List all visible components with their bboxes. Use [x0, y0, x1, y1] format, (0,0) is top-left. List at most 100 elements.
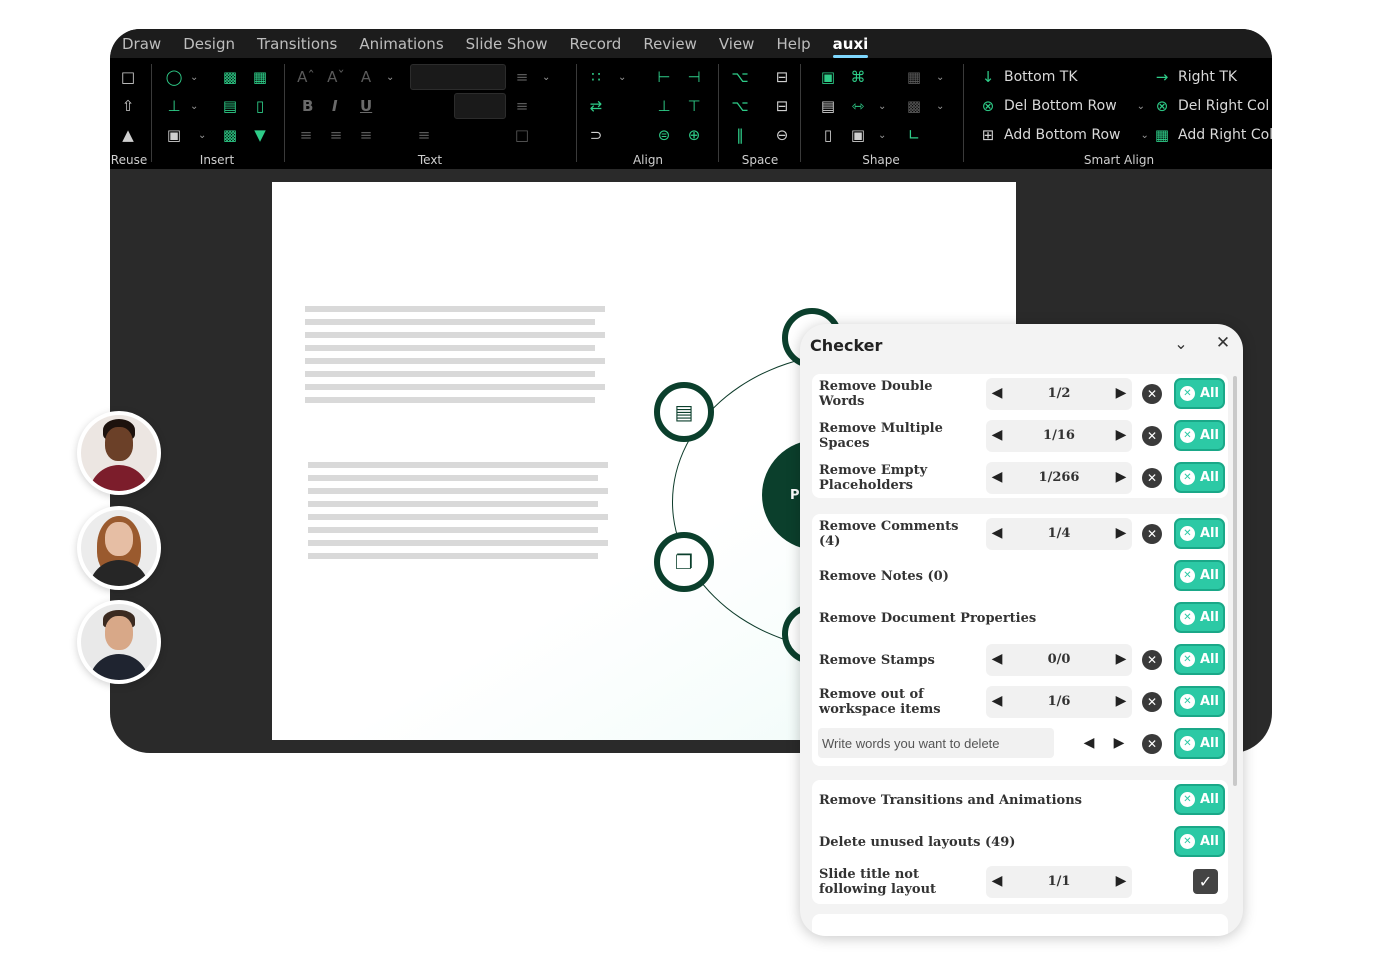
- tab-view[interactable]: View: [719, 35, 755, 53]
- align-right-icon[interactable]: ≡: [356, 126, 376, 144]
- table-icon[interactable]: ▦: [250, 68, 270, 86]
- chevron-down-icon[interactable]: ⌄: [878, 101, 886, 112]
- tab-record[interactable]: Record: [570, 35, 622, 53]
- tag-icon[interactable]: ▯: [250, 97, 270, 115]
- bullets-icon[interactable]: ≡: [512, 68, 532, 86]
- next-arrow-icon[interactable]: ▶: [1114, 693, 1128, 709]
- space-vertical-icon[interactable]: ⊟: [772, 68, 792, 86]
- font-grow-icon[interactable]: Aˆ: [296, 68, 316, 86]
- tab-auxi[interactable]: auxi: [832, 35, 868, 58]
- underline-button[interactable]: U: [360, 97, 372, 115]
- upload-icon[interactable]: ⇧: [118, 97, 138, 115]
- chevron-down-icon[interactable]: ⌄: [386, 72, 394, 83]
- chevron-down-icon[interactable]: ⌄: [198, 130, 206, 141]
- fix-one-button[interactable]: ✕: [1142, 524, 1162, 544]
- text-box-icon[interactable]: □: [512, 126, 532, 144]
- prev-arrow-icon[interactable]: ◀: [990, 525, 1004, 541]
- stack-icon[interactable]: ▤: [818, 97, 838, 115]
- space-horizontal-icon[interactable]: ⌥: [730, 68, 750, 86]
- fix-all-button[interactable]: ✕ All: [1174, 826, 1225, 857]
- space-flat-icon[interactable]: ⊖: [772, 126, 792, 144]
- chevron-down-icon[interactable]: ⌄: [190, 72, 198, 83]
- align-left-icon[interactable]: ⊢: [654, 68, 674, 86]
- next-arrow-icon[interactable]: ▶: [1114, 873, 1128, 889]
- distribute-icon[interactable]: ∷: [586, 68, 606, 86]
- next-arrow-icon[interactable]: ▶: [1112, 735, 1126, 751]
- align-left-icon[interactable]: ≡: [296, 126, 316, 144]
- next-arrow-icon[interactable]: ▶: [1114, 427, 1128, 443]
- fix-all-button[interactable]: ✕ All: [1174, 420, 1225, 451]
- font-color-icon[interactable]: A: [356, 68, 376, 86]
- font-name-combo[interactable]: [410, 64, 506, 90]
- del-bottom-row-button[interactable]: ⊗ Del Bottom Row ⌄: [978, 97, 1145, 115]
- fix-all-button[interactable]: ✕ All: [1174, 462, 1225, 493]
- chevron-down-icon[interactable]: ⌄: [542, 72, 550, 83]
- collapse-chevron-icon[interactable]: ⌄: [1172, 334, 1190, 353]
- chevron-down-icon[interactable]: ⌄: [1140, 130, 1148, 141]
- align-right-icon[interactable]: ⊣: [684, 68, 704, 86]
- align-middle-icon[interactable]: ⊜: [654, 126, 674, 144]
- add-bottom-row-button[interactable]: ⊞ Add Bottom Row ⌄: [978, 126, 1149, 144]
- duplicate-icon[interactable]: ▩: [904, 97, 924, 115]
- fix-all-button[interactable]: ✕ All: [1174, 518, 1225, 549]
- fix-all-button[interactable]: ✕ All: [1174, 644, 1225, 675]
- chevron-down-icon[interactable]: ⌄: [936, 101, 944, 112]
- next-arrow-icon[interactable]: ▶: [1114, 651, 1128, 667]
- bookmark-icon[interactable]: □: [118, 68, 138, 86]
- bottom-tk-button[interactable]: ↓ Bottom TK: [978, 68, 1078, 86]
- tab-transitions[interactable]: Transitions: [257, 35, 337, 53]
- crop-icon[interactable]: ⌘: [848, 68, 868, 86]
- swap-icon[interactable]: ⇄: [586, 97, 606, 115]
- fix-one-button[interactable]: ✕: [1142, 734, 1162, 754]
- tab-design[interactable]: Design: [183, 35, 235, 53]
- align-center-icon[interactable]: ≡: [326, 126, 346, 144]
- fix-one-button[interactable]: ✕: [1142, 468, 1162, 488]
- fix-all-button[interactable]: ✕ All: [1174, 686, 1225, 717]
- fix-all-button[interactable]: ✕ All: [1174, 784, 1225, 815]
- font-shrink-icon[interactable]: Aˇ: [326, 68, 346, 86]
- bold-button[interactable]: B: [302, 97, 313, 115]
- resize-icon[interactable]: ▣: [818, 68, 838, 86]
- line-spacing-icon[interactable]: ≡: [512, 97, 532, 115]
- del-right-col-button[interactable]: ⊗ Del Right Col: [1152, 97, 1270, 115]
- font-size-combo[interactable]: [454, 93, 506, 119]
- checkmark-checkbox[interactable]: ✓: [1193, 869, 1218, 894]
- prev-arrow-icon[interactable]: ◀: [990, 693, 1004, 709]
- download-icon[interactable]: ▼: [250, 126, 270, 144]
- chevron-down-icon[interactable]: ⌄: [618, 72, 626, 83]
- prev-arrow-icon[interactable]: ◀: [990, 427, 1004, 443]
- connect-icon[interactable]: ⇿: [848, 97, 868, 115]
- fix-all-button[interactable]: ✕ All: [1174, 560, 1225, 591]
- reuse-icon[interactable]: ▲: [118, 126, 138, 144]
- tab-review[interactable]: Review: [643, 35, 697, 53]
- chevron-down-icon[interactable]: ⌄: [1137, 101, 1145, 112]
- fix-one-button[interactable]: ✕: [1142, 692, 1162, 712]
- space-even-icon[interactable]: ⌥: [730, 97, 750, 115]
- fix-one-button[interactable]: ✕: [1142, 426, 1162, 446]
- prev-arrow-icon[interactable]: ◀: [990, 385, 1004, 401]
- fix-all-button[interactable]: ✕ All: [1174, 378, 1225, 409]
- tab-slide-show[interactable]: Slide Show: [466, 35, 548, 53]
- shapes-icon[interactable]: ◯: [164, 68, 184, 86]
- align-bottom-icon[interactable]: ⊥: [654, 97, 674, 115]
- next-arrow-icon[interactable]: ▶: [1114, 525, 1128, 541]
- fix-one-button[interactable]: ✕: [1142, 650, 1162, 670]
- prev-arrow-icon[interactable]: ◀: [990, 873, 1004, 889]
- align-center-icon[interactable]: ⊕: [684, 126, 704, 144]
- justify-icon[interactable]: ≡: [414, 126, 434, 144]
- diagram-node-monitor[interactable]: ▤: [654, 382, 714, 442]
- add-right-col-button[interactable]: ▦ Add Right Col: [1152, 126, 1272, 144]
- fix-all-button[interactable]: ✕ All: [1174, 602, 1225, 633]
- axis-icon[interactable]: ⊥: [164, 97, 184, 115]
- group-icon[interactable]: ▦: [904, 68, 924, 86]
- bar-icon[interactable]: ∟: [904, 126, 924, 144]
- delete-words-input[interactable]: [818, 728, 1054, 758]
- tab-help[interactable]: Help: [776, 35, 810, 53]
- chart-icon[interactable]: ▩: [220, 68, 240, 86]
- scrollbar[interactable]: [1233, 376, 1237, 786]
- next-arrow-icon[interactable]: ▶: [1114, 469, 1128, 485]
- close-icon[interactable]: ✕: [1214, 333, 1232, 353]
- frame-icon[interactable]: ▩: [220, 126, 240, 144]
- same-size-icon[interactable]: ▯: [818, 126, 838, 144]
- right-tk-button[interactable]: → Right TK: [1152, 68, 1237, 86]
